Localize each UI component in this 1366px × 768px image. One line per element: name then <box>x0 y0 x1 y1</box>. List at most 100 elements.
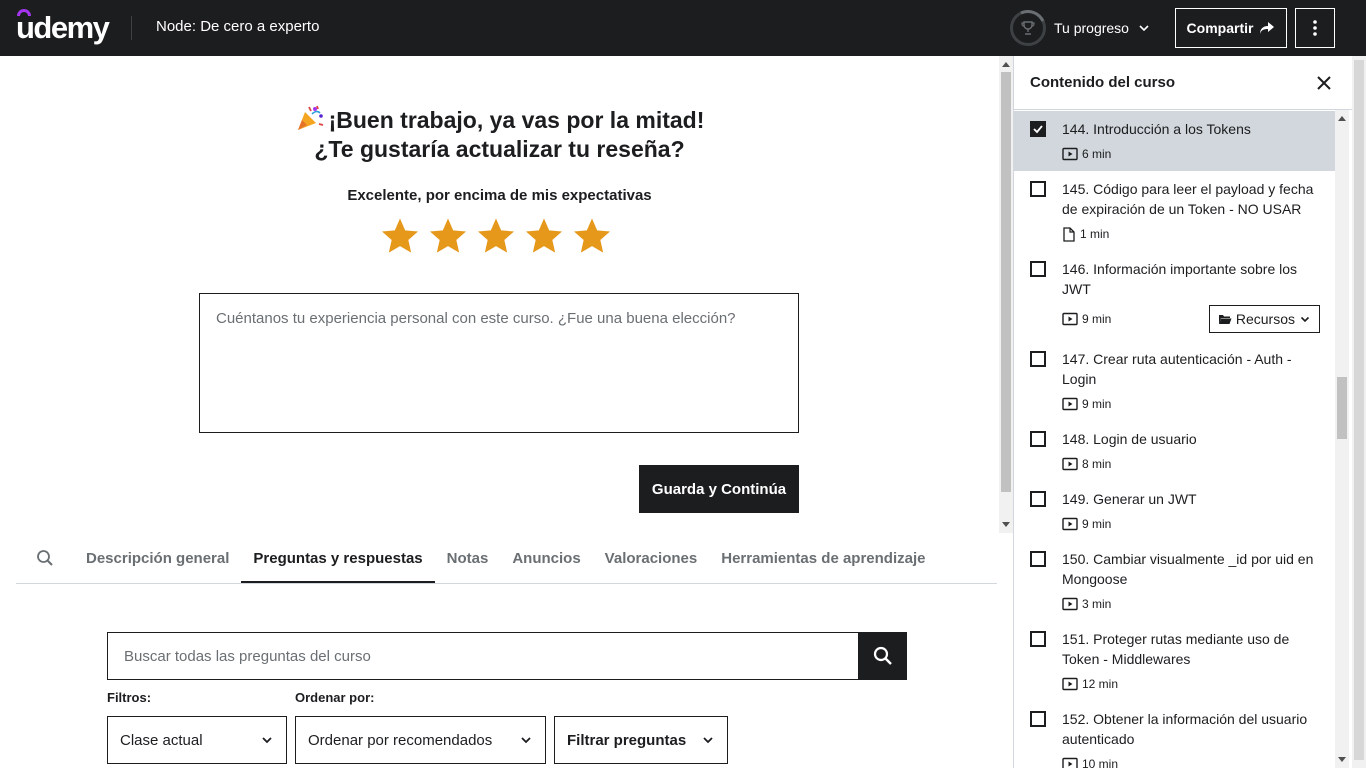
star-icon-1[interactable] <box>380 214 420 258</box>
star-icon-5[interactable] <box>572 214 612 258</box>
lecture-checkbox[interactable] <box>1030 711 1046 727</box>
lecture-checkbox[interactable] <box>1030 121 1046 137</box>
lecture-meta: 10 min <box>1062 755 1320 768</box>
checkmark-icon <box>1033 125 1043 134</box>
lecture-item[interactable]: 152. Obtener la información del usuario … <box>1014 701 1336 768</box>
lecture-title: 144. Introducción a los Tokens <box>1062 121 1251 137</box>
lecture-checkbox[interactable] <box>1030 551 1046 567</box>
chevron-down-icon <box>521 737 531 744</box>
filters-label: Filtros: <box>107 690 152 705</box>
udemy-logo[interactable]: udemy <box>16 10 110 46</box>
party-popper-icon <box>297 105 323 130</box>
save-and-continue-button[interactable]: Guarda y Continúa <box>639 465 799 513</box>
lecture-checkbox[interactable] <box>1030 431 1046 447</box>
tab-search[interactable] <box>16 533 74 583</box>
course-content-sidebar: Contenido del curso 144. Introducción a … <box>1013 56 1352 768</box>
sidebar-scrollbar[interactable] <box>1335 110 1349 768</box>
tab-qa[interactable]: Preguntas y respuestas <box>241 533 435 583</box>
lecture-meta: 1 min <box>1062 225 1320 243</box>
lecture-title: 148. Login de usuario <box>1062 431 1197 447</box>
review-title-line1: ¡Buen trabajo, ya vas por la mitad! <box>328 107 705 133</box>
lecture-checkbox[interactable] <box>1030 351 1046 367</box>
tab-overview[interactable]: Descripción general <box>74 533 241 583</box>
star-icon-3[interactable] <box>476 214 516 258</box>
video-icon <box>1062 757 1078 768</box>
lecture-title: 145. Código para leer el payload y fecha… <box>1062 181 1314 217</box>
lecture-duration: 3 min <box>1082 597 1112 611</box>
review-title: ¡Buen trabajo, ya vas por la mitad! ¿Te … <box>0 104 999 164</box>
vertical-dots-icon <box>1313 20 1317 36</box>
chevron-down-icon <box>262 737 272 744</box>
lecture-duration-group: 8 min <box>1062 457 1111 471</box>
lecture-duration: 10 min <box>1082 757 1119 768</box>
lecture-duration: 9 min <box>1082 312 1112 326</box>
tab-reviews[interactable]: Valoraciones <box>593 533 710 583</box>
scrollbar-thumb[interactable] <box>1001 72 1011 492</box>
filter-select[interactable]: Clase actual <box>107 716 287 764</box>
scroll-down-arrow-icon[interactable] <box>1338 757 1346 762</box>
video-icon <box>1062 597 1078 611</box>
qa-search-input[interactable] <box>107 632 859 680</box>
lecture-title: 146. Información importante sobre los JW… <box>1062 261 1298 297</box>
lecture-meta: 9 min Recursos <box>1062 305 1320 333</box>
document-icon <box>1063 226 1075 242</box>
page-scrollbar-thumb[interactable] <box>1354 60 1364 760</box>
lecture-meta: 9 min <box>1062 395 1320 413</box>
qa-search-button[interactable] <box>859 632 907 680</box>
tab-learning-tools[interactable]: Herramientas de aprendizaje <box>709 533 937 583</box>
progress-dropdown[interactable]: Tu progreso <box>1010 10 1151 46</box>
lecture-item[interactable]: 150. Cambiar visualmente _id por uid en … <box>1014 541 1336 621</box>
lecture-meta: 6 min <box>1062 145 1320 163</box>
scroll-up-arrow-icon[interactable] <box>1338 116 1346 121</box>
folder-open-icon <box>1218 315 1232 324</box>
sort-select[interactable]: Ordenar por recomendados <box>295 716 546 764</box>
share-arrow-icon <box>1260 22 1275 34</box>
review-textarea[interactable] <box>199 293 799 433</box>
page-scrollbar[interactable] <box>1352 56 1366 768</box>
lecture-duration-group: 9 min <box>1062 312 1111 326</box>
lecture-duration-group: 9 min <box>1062 397 1111 411</box>
tab-announcements[interactable]: Anuncios <box>500 533 592 583</box>
share-label: Compartir <box>1186 20 1254 36</box>
more-options-button[interactable] <box>1295 8 1335 48</box>
resources-button[interactable]: Recursos <box>1208 305 1320 333</box>
lecture-duration-group: 1 min <box>1062 226 1109 242</box>
lecture-duration: 9 min <box>1082 397 1112 411</box>
lecture-duration: 9 min <box>1082 517 1112 531</box>
sidebar-scrollbar-thumb[interactable] <box>1337 377 1347 439</box>
share-button[interactable]: Compartir <box>1175 8 1287 48</box>
lecture-checkbox[interactable] <box>1030 181 1046 197</box>
lecture-checkbox[interactable] <box>1030 491 1046 507</box>
search-icon <box>873 646 892 665</box>
video-icon <box>1062 677 1078 691</box>
lecture-item[interactable]: 151. Proteger rutas mediante uso de Toke… <box>1014 621 1336 701</box>
lecture-item[interactable]: 149. Generar un JWT 9 min <box>1014 481 1336 541</box>
lecture-item[interactable]: 145. Código para leer el payload y fecha… <box>1014 171 1336 251</box>
chevron-down-icon <box>703 737 713 744</box>
sidebar-header: Contenido del curso <box>1014 56 1352 110</box>
course-tabs: Descripción general Preguntas y respuest… <box>16 533 997 584</box>
star-icon-2[interactable] <box>428 214 468 258</box>
close-sidebar-button[interactable] <box>1312 71 1336 95</box>
lecture-item[interactable]: 147. Crear ruta autenticación - Auth - L… <box>1014 341 1336 421</box>
scroll-down-arrow-icon[interactable] <box>1002 522 1010 527</box>
filter-questions-select[interactable]: Filtrar preguntas <box>554 716 728 764</box>
lecture-item[interactable]: 148. Login de usuario 8 min <box>1014 421 1336 481</box>
lecture-checkbox[interactable] <box>1030 631 1046 647</box>
trophy-icon <box>1021 21 1035 35</box>
star-rating <box>380 214 612 258</box>
lecture-item[interactable]: 144. Introducción a los Tokens 6 min <box>1014 111 1336 171</box>
qa-search-bar <box>107 632 907 680</box>
review-scrollbar[interactable] <box>999 56 1013 533</box>
course-title[interactable]: Node: De cero a experto <box>156 18 319 35</box>
lecture-duration-group: 6 min <box>1062 147 1111 161</box>
lecture-checkbox[interactable] <box>1030 261 1046 277</box>
lecture-list: 144. Introducción a los Tokens 6 min 145. … <box>1014 111 1336 768</box>
lecture-item[interactable]: 146. Información importante sobre los JW… <box>1014 251 1336 341</box>
tab-notes[interactable]: Notas <box>435 533 501 583</box>
rating-label: Excelente, por encima de mis expectativa… <box>347 187 652 204</box>
star-icon-4[interactable] <box>524 214 564 258</box>
lecture-duration: 6 min <box>1082 147 1112 161</box>
progress-label: Tu progreso <box>1054 20 1129 36</box>
scroll-up-arrow-icon[interactable] <box>1002 62 1010 67</box>
